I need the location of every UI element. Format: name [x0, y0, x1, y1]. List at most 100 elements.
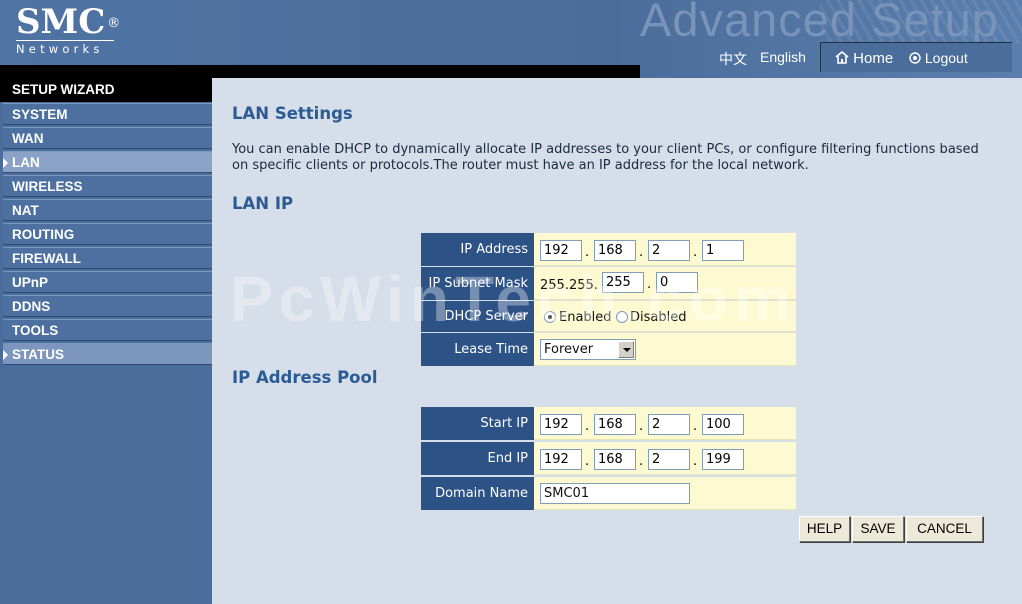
- end-ip-octet-1-input[interactable]: 192: [540, 449, 582, 470]
- row-separator: [421, 440, 796, 441]
- chevron-down-icon[interactable]: [618, 341, 634, 358]
- logout-link[interactable]: Logout: [909, 50, 968, 66]
- dot-separator: .: [585, 419, 590, 434]
- end-ip-value: 192 . 168 . 2 . 199: [534, 442, 796, 475]
- sidebar-item-label: UPnP: [12, 275, 49, 290]
- active-arrow-icon: [3, 158, 8, 168]
- sidebar-item-tools[interactable]: TOOLS: [3, 319, 212, 341]
- ip-octet-3-input[interactable]: 2: [648, 240, 690, 261]
- domain-name-label: Domain Name: [421, 477, 534, 510]
- sidebar-item-nat[interactable]: NAT: [3, 199, 212, 221]
- sidebar-item-label: SYSTEM: [12, 107, 68, 122]
- dot-separator: .: [693, 245, 698, 260]
- sidebar-item-label: DDNS: [12, 299, 51, 314]
- end-ip-octet-2-input[interactable]: 168: [594, 449, 636, 470]
- sidebar-item-wan[interactable]: WAN: [3, 127, 212, 149]
- dhcp-server-row: DHCP Server Enabled Disabled: [421, 301, 796, 333]
- subnet-mask-row: IP Subnet Mask 255.255. 255 . 0: [421, 267, 796, 301]
- domain-name-input[interactable]: SMC01: [540, 483, 690, 504]
- end-ip-label: End IP: [421, 442, 534, 475]
- logo-subtitle: Networks: [16, 40, 114, 56]
- logout-icon: [909, 52, 921, 64]
- language-english-link[interactable]: English: [760, 49, 806, 65]
- ip-octet-2-input[interactable]: 168: [594, 240, 636, 261]
- lease-time-select[interactable]: Forever: [540, 339, 636, 360]
- start-ip-octet-2-input[interactable]: 168: [594, 414, 636, 435]
- dot-separator: .: [647, 277, 652, 292]
- ip-octet-4-input[interactable]: 1: [702, 240, 744, 261]
- dhcp-enabled-label: Enabled: [559, 310, 612, 325]
- language-chinese-link[interactable]: 中文: [719, 49, 747, 69]
- registered-mark: ®: [107, 16, 121, 31]
- ip-pool-table: Start IP 192 . 168 . 2 . 100 End IP 192 …: [421, 407, 796, 511]
- lease-time-selected: Forever: [544, 342, 594, 357]
- sidebar-item-label: WAN: [12, 131, 44, 146]
- sidebar: SETUP WIZARD SYSTEM WAN LAN WIRELESS NAT…: [0, 78, 212, 604]
- start-ip-octet-3-input[interactable]: 2: [648, 414, 690, 435]
- header: Advanced Setup SMC ® Networks 中文 English …: [0, 0, 1022, 78]
- sidebar-item-label: STATUS: [12, 347, 64, 362]
- sidebar-item-label: TOOLS: [12, 323, 59, 338]
- lease-time-row: Lease Time Forever: [421, 333, 796, 366]
- dot-separator: .: [639, 454, 644, 469]
- subnet-octet-3-input[interactable]: 255: [602, 272, 644, 293]
- logout-label: Logout: [924, 50, 968, 66]
- sidebar-item-status[interactable]: STATUS: [3, 343, 212, 365]
- sidebar-item-routing[interactable]: ROUTING: [3, 223, 212, 245]
- top-nav: Home Logout: [820, 42, 1012, 72]
- subnet-octet-4-input[interactable]: 0: [656, 272, 698, 293]
- save-button[interactable]: SAVE: [852, 516, 904, 542]
- cancel-button[interactable]: CANCEL: [906, 516, 983, 542]
- lan-ip-table: IP Address 192 . 168 . 2 . 1 IP Subnet M…: [421, 233, 796, 366]
- sidebar-item-label: WIRELESS: [12, 179, 83, 194]
- domain-name-row: Domain Name SMC01: [421, 477, 796, 511]
- end-ip-octet-3-input[interactable]: 2: [648, 449, 690, 470]
- sidebar-item-label: LAN: [12, 155, 40, 170]
- subnet-mask-value: 255.255. 255 . 0: [534, 267, 796, 300]
- sidebar-item-upnp[interactable]: UPnP: [3, 271, 212, 293]
- start-ip-row: Start IP 192 . 168 . 2 . 100: [421, 407, 796, 441]
- start-ip-label: Start IP: [421, 407, 534, 440]
- ip-octet-1-input[interactable]: 192: [540, 240, 582, 261]
- banner-title: Advanced Setup: [640, 0, 999, 46]
- sidebar-item-ddns[interactable]: DDNS: [3, 295, 212, 317]
- home-label: Home: [853, 50, 894, 67]
- dot-separator: .: [585, 245, 590, 260]
- home-link[interactable]: Home: [835, 50, 893, 67]
- domain-name-value: SMC01: [534, 477, 796, 510]
- ip-pool-heading: IP Address Pool: [232, 368, 378, 387]
- expand-arrow-icon: [3, 350, 8, 360]
- end-ip-row: End IP 192 . 168 . 2 . 199: [421, 442, 796, 476]
- sidebar-item-system[interactable]: SYSTEM: [3, 103, 212, 125]
- smc-logo: SMC ® Networks: [16, 4, 120, 56]
- end-ip-octet-4-input[interactable]: 199: [702, 449, 744, 470]
- sidebar-item-label: ROUTING: [12, 227, 75, 242]
- row-separator: [421, 475, 796, 476]
- intro-text: You can enable DHCP to dynamically alloc…: [232, 142, 979, 173]
- dot-separator: .: [693, 419, 698, 434]
- start-ip-octet-1-input[interactable]: 192: [540, 414, 582, 435]
- dhcp-server-label: DHCP Server: [421, 301, 534, 332]
- lease-time-label: Lease Time: [421, 333, 534, 366]
- sidebar-item-setup-wizard[interactable]: SETUP WIZARD: [0, 78, 212, 102]
- dhcp-disabled-label: Disabled: [630, 310, 687, 325]
- ip-address-label: IP Address: [421, 233, 534, 266]
- sidebar-item-firewall[interactable]: FIREWALL: [3, 247, 212, 269]
- sidebar-item-wireless[interactable]: WIRELESS: [3, 175, 212, 197]
- ip-address-value: 192 . 168 . 2 . 1: [534, 233, 796, 266]
- header-divider-bar: [0, 65, 640, 78]
- lan-ip-heading: LAN IP: [232, 194, 294, 213]
- dhcp-disabled-radio[interactable]: [616, 311, 628, 323]
- page-title: LAN Settings: [232, 104, 353, 123]
- home-icon: [835, 50, 849, 64]
- start-ip-value: 192 . 168 . 2 . 100: [534, 407, 796, 440]
- dhcp-enabled-radio[interactable]: [544, 311, 556, 323]
- dot-separator: .: [585, 454, 590, 469]
- sidebar-item-lan[interactable]: LAN: [3, 151, 212, 173]
- start-ip-octet-4-input[interactable]: 100: [702, 414, 744, 435]
- sidebar-item-label: NAT: [12, 203, 39, 218]
- sidebar-item-label: SETUP WIZARD: [12, 82, 115, 97]
- dot-separator: .: [639, 245, 644, 260]
- logo-text: SMC: [16, 2, 106, 42]
- help-button[interactable]: HELP: [799, 516, 850, 542]
